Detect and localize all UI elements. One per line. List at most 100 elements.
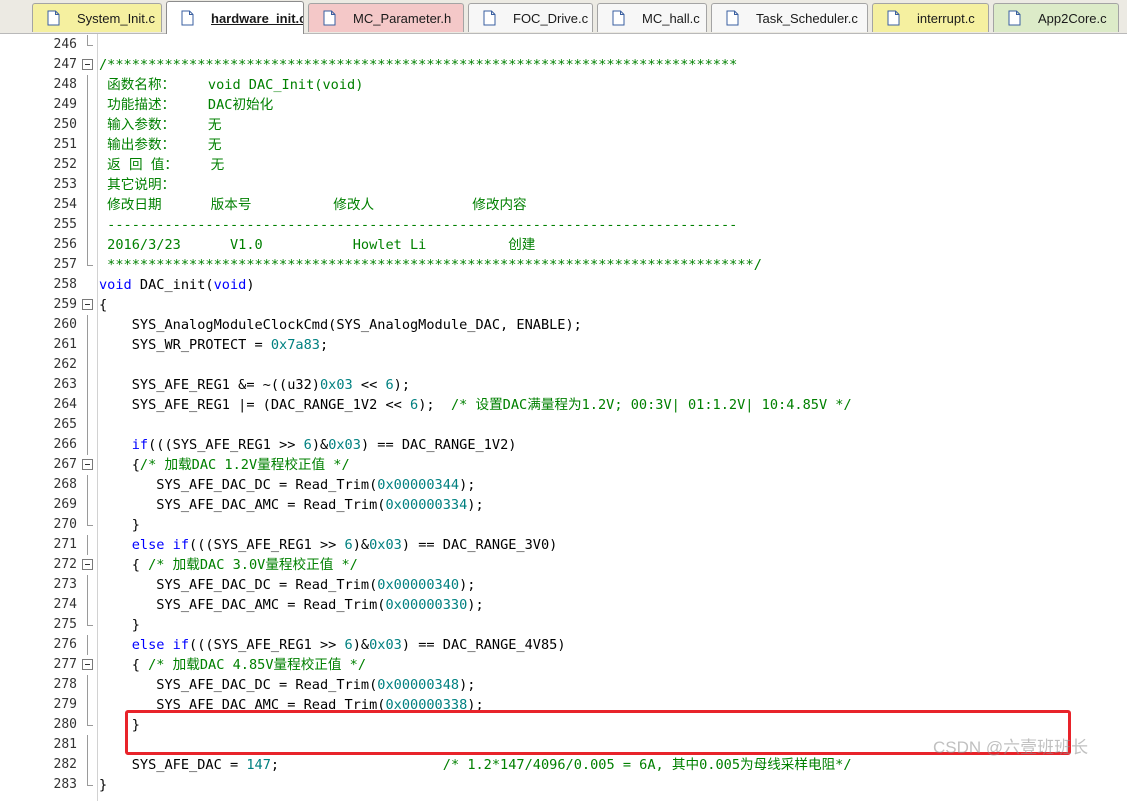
code-token-plain: ); [467, 597, 484, 613]
fold-guide [87, 475, 88, 495]
code-token-plain: DAC_init( [131, 277, 214, 293]
code-token-number: 6 [344, 537, 353, 553]
line-number: 256 [53, 237, 77, 252]
code-line[interactable]: 258 void DAC_init(void) [0, 275, 1127, 295]
line-number: 246 [53, 37, 77, 52]
line-number: 276 [53, 637, 77, 652]
code-line[interactable]: 269 SYS_AFE_DAC_AMC = Read_Trim(0x000003… [0, 495, 1127, 515]
code-line[interactable]: 249 功能描述： DAC初始化 [0, 95, 1127, 115]
tab-task-scheduler-c[interactable]: Task_Scheduler.c [711, 3, 868, 32]
code-line[interactable]: 276 else if(((SYS_AFE_REG1 >> 6)&0x03) =… [0, 635, 1127, 655]
code-line[interactable]: 275 } [0, 615, 1127, 635]
fold-toggle-icon[interactable] [82, 559, 93, 570]
tab-hardware-init-c[interactable]: hardware_init.c [166, 1, 304, 34]
code-token-number: 6 [344, 637, 353, 653]
code-token-plain: SYS_AnalogModuleClockCmd(SYS_AnalogModul… [99, 317, 582, 333]
code-line[interactable]: 261 SYS_WR_PROTECT = 0x7a83; [0, 335, 1127, 355]
code-line[interactable]: 255 ------------------------------------… [0, 215, 1127, 235]
fold-guide [87, 75, 88, 95]
line-number: 255 [53, 217, 77, 232]
tab-app2core-c[interactable]: App2Core.c [993, 3, 1119, 32]
fold-guide [87, 675, 88, 695]
code-token-plain: SYS_AFE_REG1 &= ~((u32) [99, 377, 320, 393]
tab-foc-drive-c[interactable]: FOC_Drive.c [468, 3, 593, 32]
fold-toggle-icon[interactable] [82, 459, 93, 470]
line-number: 281 [53, 737, 77, 752]
code-token-plain: << [352, 377, 386, 393]
code-text: } [99, 615, 140, 635]
code-line[interactable]: 248 函数名称： void DAC_Init(void) [0, 75, 1127, 95]
code-token-comment: 返 回 值： 无 [99, 157, 225, 173]
code-text: {/* 加载DAC 1.2V量程校正值 */ [99, 455, 350, 475]
code-token-plain: )& [352, 637, 370, 653]
line-number: 283 [53, 777, 77, 792]
fold-guide [87, 735, 88, 755]
code-token-plain: ); [393, 377, 411, 393]
code-line[interactable]: 247 /************************************… [0, 55, 1127, 75]
code-line[interactable]: 246 [0, 35, 1127, 55]
code-line[interactable]: 264 SYS_AFE_REG1 |= (DAC_RANGE_1V2 << 6)… [0, 395, 1127, 415]
code-line[interactable]: 265 [0, 415, 1127, 435]
fold-toggle-icon[interactable] [82, 59, 93, 70]
file-icon [612, 10, 625, 26]
code-token-plain: ; [270, 757, 443, 773]
tab-mc-parameter-h[interactable]: MC_Parameter.h [308, 3, 464, 32]
fold-guide [87, 135, 88, 155]
line-number: 262 [53, 357, 77, 372]
code-line[interactable]: 272 { /* 加载DAC 3.0V量程校正值 */ [0, 555, 1127, 575]
fold-toggle-icon[interactable] [82, 659, 93, 670]
fold-guide [87, 335, 88, 355]
code-line[interactable]: 253 其它说明： [0, 175, 1127, 195]
fold-end-guide [87, 615, 93, 626]
code-text: { /* 加载DAC 3.0V量程校正值 */ [99, 555, 358, 575]
fold-toggle-icon[interactable] [82, 299, 93, 310]
tab-label: Task_Scheduler.c [756, 11, 858, 26]
line-number: 253 [53, 177, 77, 192]
code-line[interactable]: 250 输入参数： 无 [0, 115, 1127, 135]
code-line[interactable]: 277 { /* 加载DAC 4.85V量程校正值 */ [0, 655, 1127, 675]
code-token-comment: 函数名称： void DAC_Init(void) [99, 77, 364, 93]
line-number: 273 [53, 577, 77, 592]
code-line[interactable]: 254 修改日期 版本号 修改人 修改内容 [0, 195, 1127, 215]
code-line[interactable]: 268 SYS_AFE_DAC_DC = Read_Trim(0x0000034… [0, 475, 1127, 495]
code-line[interactable]: 260 SYS_AnalogModuleClockCmd(SYS_AnalogM… [0, 315, 1127, 335]
code-line[interactable]: 267 {/* 加载DAC 1.2V量程校正值 */ [0, 455, 1127, 475]
code-line[interactable]: 252 返 回 值： 无 [0, 155, 1127, 175]
fold-end-guide [87, 35, 93, 46]
tab-label: FOC_Drive.c [513, 11, 589, 26]
code-token-plain: SYS_AFE_DAC_AMC = Read_Trim( [99, 597, 386, 613]
code-text: SYS_AnalogModuleClockCmd(SYS_AnalogModul… [99, 315, 582, 335]
line-number: 279 [53, 697, 77, 712]
line-number: 259 [53, 297, 77, 312]
line-number: 251 [53, 137, 77, 152]
file-icon [1008, 10, 1021, 26]
code-token-plain: (((SYS_AFE_REG1 >> [189, 537, 345, 553]
code-line[interactable]: 278 SYS_AFE_DAC_DC = Read_Trim(0x0000034… [0, 675, 1127, 695]
fold-guide [87, 355, 88, 375]
code-line[interactable]: 259 { [0, 295, 1127, 315]
code-token-comment: /* 加载DAC 1.2V量程校正值 */ [139, 457, 350, 473]
tab-interrupt-c[interactable]: interrupt.c [872, 3, 989, 32]
code-line[interactable]: 257 ************************************… [0, 255, 1127, 275]
code-line[interactable]: 262 [0, 355, 1127, 375]
code-line[interactable]: 251 输出参数： 无 [0, 135, 1127, 155]
code-line[interactable]: 263 SYS_AFE_REG1 &= ~((u32)0x03 << 6); [0, 375, 1127, 395]
code-line[interactable]: 256 2016/3/23 V1.0 Howlet Li 创建 [0, 235, 1127, 255]
code-token-comment: /***************************************… [99, 57, 738, 73]
code-line[interactable]: 274 SYS_AFE_DAC_AMC = Read_Trim(0x000003… [0, 595, 1127, 615]
tab-mc-hall-c[interactable]: MC_hall.c [597, 3, 707, 32]
code-line[interactable]: 270 } [0, 515, 1127, 535]
code-line[interactable]: 283} [0, 775, 1127, 795]
code-line[interactable]: 266 if(((SYS_AFE_REG1 >> 6)&0x03) == DAC… [0, 435, 1127, 455]
code-line[interactable]: 271 else if(((SYS_AFE_REG1 >> 6)&0x03) =… [0, 535, 1127, 555]
code-text: SYS_AFE_DAC_DC = Read_Trim(0x00000344); [99, 475, 475, 495]
code-text: else if(((SYS_AFE_REG1 >> 6)&0x03) == DA… [99, 535, 558, 555]
fold-guide [87, 375, 88, 395]
line-number: 272 [53, 557, 77, 572]
code-line[interactable]: 273 SYS_AFE_DAC_DC = Read_Trim(0x0000034… [0, 575, 1127, 595]
fold-guide [87, 175, 88, 195]
tab-system-init-c[interactable]: System_Init.c [32, 3, 162, 32]
code-line[interactable]: 282 SYS_AFE_DAC = 147; /* 1.2*147/4096/0… [0, 755, 1127, 775]
code-editor[interactable]: 246 247 /*********************************… [0, 34, 1127, 801]
